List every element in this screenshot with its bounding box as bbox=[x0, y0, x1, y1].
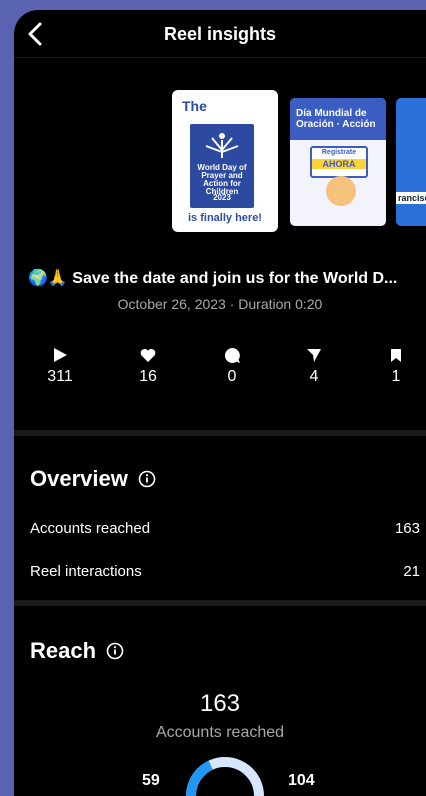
overview-row-accounts-reached[interactable]: Accounts reached 163 bbox=[30, 520, 426, 537]
stat-value: 16 bbox=[139, 368, 157, 385]
stat-shares: 4 bbox=[284, 346, 344, 386]
thumbnail-selected[interactable]: The World Day of Prayer and Action for C… bbox=[172, 90, 278, 232]
child-illustration bbox=[326, 176, 356, 206]
thumbnail-poster-text: World Day of Prayer and Action for Child… bbox=[197, 163, 247, 196]
stat-comments: 0 bbox=[202, 346, 262, 386]
reel-caption: 🌍🙏 Save the date and join us for the Wor… bbox=[28, 270, 398, 287]
thumbnail-3-label: rancisc bbox=[396, 192, 426, 204]
header: Reel insights bbox=[14, 10, 426, 58]
reel-meta: October 26, 2023 · Duration 0:20 bbox=[117, 296, 323, 312]
play-icon bbox=[54, 348, 67, 362]
followers-count: 59 bbox=[142, 772, 160, 789]
bookmark-icon bbox=[391, 348, 401, 362]
stat-likes: 16 bbox=[118, 346, 178, 386]
reach-title-text: Reach bbox=[30, 638, 97, 663]
stat-value: 311 bbox=[47, 368, 73, 385]
thumbnail-poster: World Day of Prayer and Action for Child… bbox=[190, 124, 254, 208]
row-label: Accounts reached bbox=[30, 520, 151, 537]
comment-icon bbox=[224, 347, 240, 363]
thumbnail-2-header: Día Mundial de Oración · Acción bbox=[290, 98, 386, 140]
thumbnail-2-title: Día Mundial de Oración · Acción bbox=[296, 108, 376, 130]
non-followers-count: 104 bbox=[288, 772, 315, 789]
reel-badge-icon bbox=[252, 96, 272, 114]
heart-icon bbox=[140, 348, 156, 362]
thumbnail-3[interactable]: rancisc bbox=[396, 98, 426, 226]
overview-row-reel-interactions[interactable]: Reel interactions 21 bbox=[30, 563, 426, 580]
thumbnail-2-badge-top: Regístrate bbox=[321, 149, 357, 156]
stat-saves: 1 bbox=[366, 346, 426, 386]
info-icon[interactable] bbox=[106, 642, 124, 660]
reel-thumbnails: The World Day of Prayer and Action for C… bbox=[14, 90, 426, 240]
section-divider bbox=[14, 430, 426, 436]
stat-plays: 311 bbox=[30, 346, 90, 386]
overview-title: Overview bbox=[30, 466, 156, 492]
header-divider bbox=[14, 57, 426, 58]
thumbnail-2-badge-text: AHORA bbox=[312, 159, 366, 169]
thumbnail-year: 2023 bbox=[213, 193, 231, 202]
row-value: 163 bbox=[394, 520, 420, 537]
reach-title: Reach bbox=[30, 638, 124, 664]
donut-followers-arc bbox=[186, 760, 214, 796]
stat-value: 0 bbox=[227, 368, 237, 385]
reach-total: 163 bbox=[199, 690, 241, 717]
reel-insights-screen: Reel insights The World Day of Prayer an… bbox=[14, 10, 426, 796]
overview-title-text: Overview bbox=[30, 466, 128, 491]
reach-label: Accounts reached bbox=[155, 724, 285, 741]
stat-value: 1 bbox=[391, 368, 401, 385]
stats-row: 311 16 0 4 1 bbox=[14, 346, 426, 396]
reach-donut-chart bbox=[186, 757, 264, 796]
section-divider bbox=[14, 600, 426, 606]
thumbnail-title: The bbox=[182, 98, 207, 114]
flower-logo-icon bbox=[205, 133, 239, 158]
info-icon[interactable] bbox=[138, 470, 156, 488]
page-title: Reel insights bbox=[163, 24, 277, 44]
thumbnail-footer: is finally here! bbox=[188, 212, 262, 224]
share-icon bbox=[307, 349, 321, 362]
row-label: Reel interactions bbox=[30, 563, 142, 580]
stat-value: 4 bbox=[309, 368, 319, 385]
row-value: 21 bbox=[403, 563, 420, 580]
thumbnail-2-badge: Regístrate AHORA bbox=[310, 146, 368, 178]
thumbnail-2[interactable]: Día Mundial de Oración · Acción Regístra… bbox=[290, 98, 386, 226]
